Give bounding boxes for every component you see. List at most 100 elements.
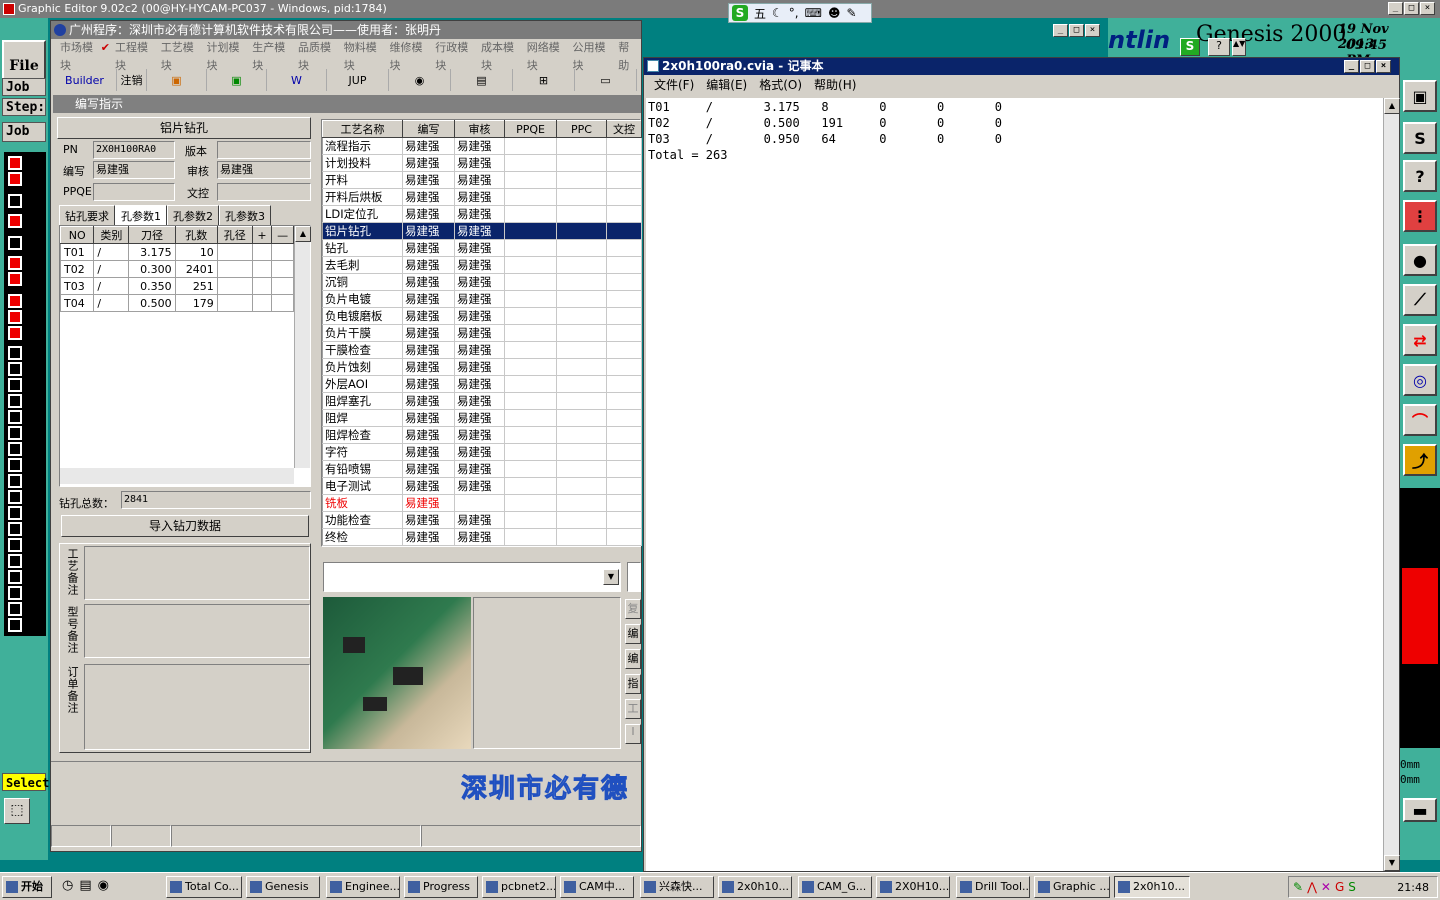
guide-button[interactable]: 指 [625, 674, 641, 694]
chevron-down-icon[interactable]: ▼ [603, 569, 619, 585]
spin-icon[interactable]: ▲▼ [1232, 38, 1246, 56]
process-row[interactable]: 开料后烘板 易建强 易建强 [322, 188, 642, 206]
layer-toggle[interactable] [8, 346, 22, 360]
ppqe-field[interactable] [93, 183, 175, 201]
layer-toggle[interactable] [8, 410, 22, 424]
process-row[interactable]: 负片蚀刻 易建强 易建强 [322, 358, 642, 376]
tray-icon[interactable]: ⋀ [1307, 880, 1317, 894]
pad-icon[interactable]: ● [1403, 244, 1437, 276]
layer-toggle[interactable] [8, 326, 22, 340]
user-icon[interactable]: ☻ [828, 6, 841, 20]
process-row[interactable]: 字符 易建强 易建强 [322, 443, 642, 461]
tab-hole-param-2[interactable]: 孔参数2 [167, 205, 219, 227]
builder-button[interactable]: Builder [53, 69, 117, 91]
layer-toggle[interactable] [8, 362, 22, 376]
layer-toggle[interactable] [8, 172, 22, 186]
menu-item[interactable]: 成本模块 [476, 39, 522, 72]
layer-toggle[interactable] [8, 522, 22, 536]
col-process-name[interactable]: 工艺名称 [322, 120, 403, 138]
layer-toggle[interactable] [8, 570, 22, 584]
task-item[interactable]: Graphic ... [1034, 876, 1110, 898]
process-row[interactable]: 有铅喷锡 易建强 易建强 [322, 460, 642, 478]
remove-col-button[interactable]: — [271, 226, 294, 244]
keyboard-icon[interactable]: ⌨ [805, 6, 822, 20]
layer-toggle[interactable] [8, 378, 22, 392]
task-item[interactable]: 2x0h10... [718, 876, 792, 898]
version-field[interactable] [217, 141, 311, 159]
layer-toggle[interactable] [8, 474, 22, 488]
tray-icon[interactable]: S [1348, 880, 1356, 894]
col-reviewer[interactable]: 审核 [454, 120, 505, 138]
menu-item[interactable]: 行政模块 [430, 39, 476, 72]
col-tool[interactable]: 刀径 [128, 226, 176, 244]
process-row[interactable]: 负片电镀 易建强 易建强 [322, 290, 642, 308]
menu-file[interactable]: 文件(F) [648, 75, 700, 95]
scroll-up-icon[interactable]: ▲ [1384, 98, 1400, 114]
col-doc-control[interactable]: 文控 [606, 120, 642, 138]
layer-toggle[interactable] [8, 256, 22, 270]
process-row[interactable]: 负电镀磨板 易建强 易建强 [322, 307, 642, 325]
select-tool-icon[interactable]: ⬚ [4, 798, 30, 824]
process-row[interactable]: 去毛刺 易建强 易建强 [322, 256, 642, 274]
notepad-maximize-button[interactable]: □ [1360, 60, 1375, 73]
process-row[interactable]: 流程指示 易建强 易建强 [322, 137, 642, 155]
menu-item[interactable]: 生产模块 [247, 39, 293, 72]
pn-field[interactable]: 2X0H100RA0 [93, 141, 175, 159]
layer-toggle[interactable] [8, 294, 22, 308]
tray-icon[interactable]: G [1335, 880, 1344, 894]
task-item[interactable]: pcbnet2... [482, 876, 556, 898]
task-item[interactable]: Genesis [246, 876, 320, 898]
word-icon[interactable]: W [267, 69, 327, 91]
clock-icon[interactable]: ◷ [62, 878, 73, 893]
menu-item[interactable]: 公用模块 [567, 39, 613, 72]
total-field[interactable]: 2841 [121, 491, 311, 509]
table-row[interactable]: T03/0.350 251 [59, 277, 294, 295]
menu-item[interactable]: 物料模块 [339, 39, 385, 72]
process-note-field[interactable] [84, 546, 310, 600]
review-field[interactable]: 易建强 [217, 161, 311, 179]
process-row[interactable]: 钻孔 易建强 易建强 [322, 239, 642, 257]
process-row[interactable]: 阻焊 易建强 易建强 [322, 409, 642, 427]
layer-toggle[interactable] [8, 310, 22, 324]
process-row[interactable]: 计划投料 易建强 易建强 [322, 154, 642, 172]
notepad-scrollbar[interactable]: ▲ ▼ [1383, 98, 1400, 871]
menu-edit[interactable]: 编辑(E) [700, 75, 753, 95]
tab-hole-param-1[interactable]: 孔参数1 [115, 205, 167, 227]
menu-item[interactable]: 工程模块 [110, 39, 156, 72]
tray-icon[interactable]: ✕ [1321, 880, 1331, 894]
layer-list[interactable] [4, 152, 46, 636]
minus-button[interactable]: ▬ [1403, 798, 1437, 822]
menu-help[interactable]: 帮助(H) [808, 75, 862, 95]
menu-item[interactable]: 帮助 [613, 39, 641, 72]
doc-icon[interactable]: ▤ [451, 69, 513, 91]
menu-item[interactable]: 品质模块 [293, 39, 339, 72]
process-row[interactable]: 功能检查 易建强 易建强 [322, 511, 642, 529]
start-button[interactable]: 开始 [2, 876, 52, 898]
tray-icon[interactable]: ✎ [1293, 880, 1303, 894]
layer-toggle[interactable] [8, 194, 22, 208]
ppt-icon[interactable]: ▣ [147, 69, 207, 91]
layer-toggle[interactable] [8, 394, 22, 408]
menu-item[interactable]: 计划模块 [201, 39, 247, 72]
layer-toggle[interactable] [8, 618, 22, 632]
process-row[interactable]: 阻焊塞孔 易建强 易建强 [322, 392, 642, 410]
route-icon[interactable]: ⤴ [1403, 444, 1437, 476]
table-row[interactable]: T01/3.175 10 [59, 243, 294, 261]
layer-toggle[interactable] [8, 236, 22, 250]
task-item[interactable]: Total Co... [166, 876, 242, 898]
writer-field[interactable]: 易建强 [93, 161, 175, 179]
sogou-float-icon[interactable]: S [1180, 38, 1200, 56]
layer-toggle[interactable] [8, 426, 22, 440]
app-maximize-button[interactable]: □ [1069, 24, 1084, 37]
task-item[interactable]: CAM_G... [798, 876, 872, 898]
edit-button[interactable]: 编 [625, 624, 641, 644]
col-writer[interactable]: 编写 [402, 120, 455, 138]
tab-hole-param-3[interactable]: 孔参数3 [219, 205, 271, 227]
sogou-icon[interactable]: S [732, 5, 748, 21]
task-item[interactable]: CAM中... [560, 876, 634, 898]
select-label[interactable]: Select [2, 773, 49, 791]
notepad-close-button[interactable]: × [1376, 60, 1391, 73]
info-button[interactable]: I [625, 724, 641, 744]
network-icon[interactable]: ⊞ [513, 69, 575, 91]
task-item-active[interactable]: 2x0h10... [1114, 876, 1190, 898]
